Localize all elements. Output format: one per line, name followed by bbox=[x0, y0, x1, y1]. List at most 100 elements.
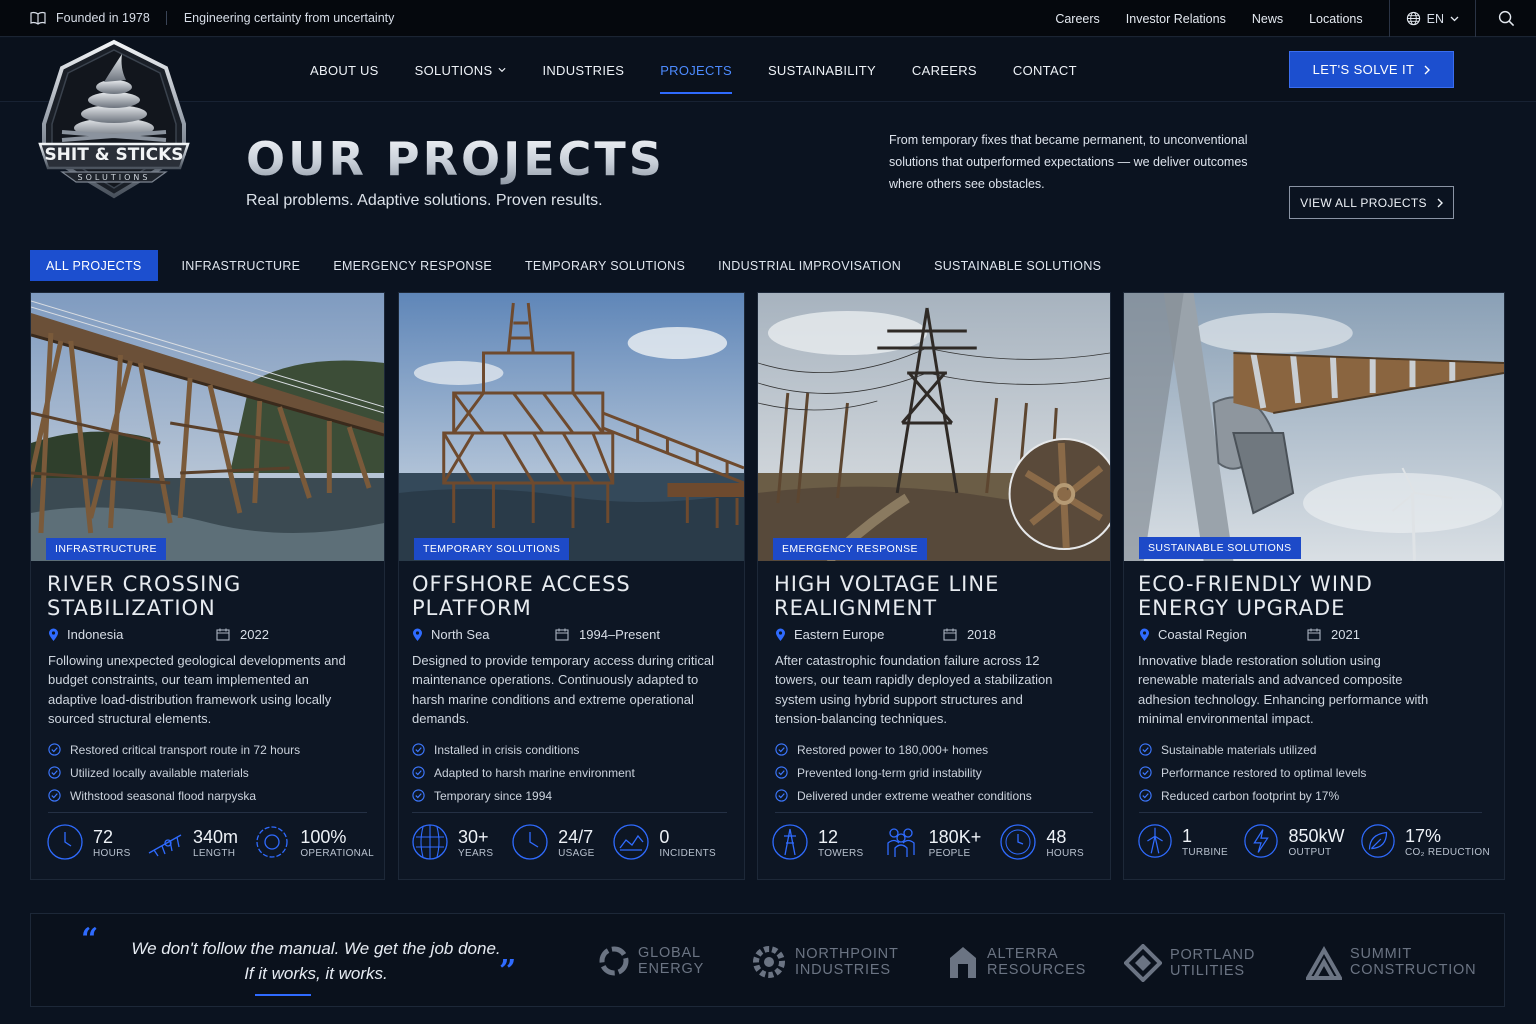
project-image-wind-turbine bbox=[1124, 293, 1504, 561]
stat-output: 850kW OUTPUT bbox=[1243, 823, 1345, 859]
quote-and-partners: “ We don't follow the manual. We get the… bbox=[30, 913, 1505, 1007]
partner-logo-global-energy: GLOBAL ENERGY bbox=[598, 944, 704, 978]
stat-incidents: 0 INCIDENTS bbox=[612, 823, 716, 861]
check-circle-icon bbox=[1139, 789, 1152, 802]
company-quote: We don't follow the manual. We get the j… bbox=[106, 936, 526, 986]
stat-value: 340m bbox=[192, 826, 238, 847]
partner-name: UTILITIES bbox=[1170, 963, 1245, 979]
stat-label: OUTPUT bbox=[1288, 846, 1332, 858]
stat-value: 850kW bbox=[1288, 825, 1345, 846]
clock-icon bbox=[512, 824, 548, 860]
tab-industrial-improvisation[interactable]: INDUSTRIAL IMPROVISATION bbox=[702, 250, 917, 281]
chevron-down-icon bbox=[498, 67, 506, 73]
stat-label: USAGE bbox=[558, 847, 595, 859]
chart-icon bbox=[613, 824, 650, 860]
check-circle-icon bbox=[775, 743, 788, 756]
partner-name: ALTERRA bbox=[987, 946, 1059, 962]
top-bar: Founded in 1978 Engineering certainty fr… bbox=[0, 0, 1536, 37]
result-text: Adapted to harsh marine environment bbox=[434, 765, 635, 780]
project-image-bridge bbox=[31, 293, 384, 561]
partner-logo-northpoint: NORTHPOINT INDUSTRIES bbox=[751, 944, 899, 980]
result-text: Delivered under extreme weather conditio… bbox=[797, 788, 1032, 803]
check-circle-icon bbox=[412, 743, 425, 756]
project-title-line: ECO-FRIENDLY WIND bbox=[1138, 572, 1373, 596]
project-title-line: OFFSHORE ACCESS bbox=[412, 572, 631, 596]
stat-turbine: 1 TURBINE bbox=[1137, 823, 1228, 859]
project-filter-tabs: ALL PROJECTS INFRASTRUCTURE EMERGENCY RE… bbox=[30, 250, 1118, 281]
arch-logo-icon bbox=[950, 947, 976, 978]
nav-solutions[interactable]: SOLUTIONS bbox=[415, 38, 507, 102]
project-card-river-crossing[interactable]: INFRASTRUCTURE RIVER CROSSING STABILIZATI… bbox=[30, 292, 385, 880]
founded-text: Founded in 1978 bbox=[56, 11, 150, 25]
project-description: Designed to provide temporary access dur… bbox=[412, 653, 715, 726]
result-text: Temporary since 1994 bbox=[434, 788, 553, 803]
stat-value: 12 bbox=[818, 826, 839, 847]
stat-label: PEOPLE bbox=[928, 847, 971, 859]
check-circle-icon bbox=[412, 789, 425, 802]
project-year: 2021 bbox=[1331, 627, 1360, 642]
check-circle-icon bbox=[48, 766, 61, 779]
top-link-careers[interactable]: Careers bbox=[1055, 12, 1099, 26]
view-all-label: VIEW ALL PROJECTS bbox=[1300, 195, 1427, 210]
nav-label: SOLUTIONS bbox=[414, 62, 493, 78]
location-pin-icon bbox=[49, 628, 58, 641]
top-link-news[interactable]: News bbox=[1252, 12, 1283, 26]
location-pin-icon bbox=[413, 628, 422, 641]
nav-projects[interactable]: PROJECTS bbox=[660, 38, 732, 102]
stat-value: 48 bbox=[1046, 826, 1067, 847]
project-card-high-voltage[interactable]: EMERGENCY RESPONSE HIGH VOLTAGE LINE REAL… bbox=[757, 292, 1111, 880]
result-item: Installed in crisis conditions bbox=[412, 738, 635, 761]
clock-icon bbox=[1000, 824, 1037, 860]
top-link-investor-relations[interactable]: Investor Relations bbox=[1126, 12, 1226, 26]
search-button[interactable] bbox=[1476, 0, 1536, 37]
tab-all-projects[interactable]: ALL PROJECTS bbox=[30, 250, 158, 281]
check-circle-icon bbox=[1139, 743, 1152, 756]
stat-people: 180K+ PEOPLE bbox=[882, 823, 982, 861]
lets-solve-it-button[interactable]: LET'S SOLVE IT bbox=[1289, 51, 1454, 88]
main-nav: ABOUT US SOLUTIONS INDUSTRIES PROJECTS S… bbox=[0, 38, 1536, 102]
result-text: Prevented long-term grid instability bbox=[797, 765, 982, 780]
nav-contact[interactable]: CONTACT bbox=[1013, 38, 1077, 102]
company-logo[interactable]: SHIT & STICKS SOLUTIONS bbox=[34, 36, 194, 201]
location-pin-icon bbox=[1140, 628, 1149, 641]
gear-logo-icon bbox=[753, 946, 785, 978]
language-selector[interactable]: EN bbox=[1388, 0, 1476, 37]
result-item: Prevented long-term grid instability bbox=[775, 761, 1032, 784]
nav-industries[interactable]: INDUSTRIES bbox=[542, 38, 624, 102]
page-subtitle: Real problems. Adaptive solutions. Prove… bbox=[246, 192, 603, 209]
stat-label: CO₂ REDUCTION bbox=[1404, 846, 1490, 858]
tab-infrastructure[interactable]: INFRASTRUCTURE bbox=[166, 250, 317, 281]
stat-value: 180K+ bbox=[928, 826, 982, 847]
project-title-line: PLATFORM bbox=[412, 596, 532, 620]
partner-name: SUMMIT bbox=[1350, 946, 1412, 962]
check-circle-icon bbox=[775, 766, 788, 779]
nav-sustainability[interactable]: SUSTAINABILITY bbox=[768, 38, 876, 102]
stat-label: HOURS bbox=[93, 847, 131, 859]
project-card-offshore-platform[interactable]: TEMPORARY SOLUTIONS OFFSHORE ACCESS PLATF… bbox=[398, 292, 745, 880]
people-icon bbox=[887, 828, 915, 857]
nav-about-us[interactable]: ABOUT US bbox=[310, 38, 379, 102]
project-year: 2022 bbox=[240, 627, 269, 642]
result-item: Sustainable materials utilized bbox=[1139, 738, 1366, 761]
stat-operational: 100% OPERATIONAL bbox=[253, 823, 374, 861]
top-link-locations[interactable]: Locations bbox=[1309, 12, 1363, 26]
tab-emergency-response[interactable]: EMERGENCY RESPONSE bbox=[317, 250, 508, 281]
view-all-projects-button[interactable]: VIEW ALL PROJECTS bbox=[1289, 186, 1454, 219]
partner-name: GLOBAL bbox=[638, 945, 701, 961]
chevron-right-icon bbox=[1437, 198, 1443, 207]
founded-info: Founded in 1978 bbox=[30, 11, 167, 25]
project-description: After catastrophic foundation failure ac… bbox=[775, 653, 1053, 726]
nav-careers[interactable]: CAREERS bbox=[912, 38, 977, 102]
check-circle-icon bbox=[412, 766, 425, 779]
partner-name: PORTLAND bbox=[1170, 947, 1256, 963]
divider bbox=[775, 812, 1093, 813]
logo-wordmark: SHIT & STICKS bbox=[44, 145, 183, 165]
project-card-wind-energy[interactable]: SUSTAINABLE SOLUTIONS ECO-FRIENDLY WIND E… bbox=[1123, 292, 1505, 880]
project-title-line: ENERGY UPGRADE bbox=[1138, 596, 1346, 620]
tab-temporary-solutions[interactable]: TEMPORARY SOLUTIONS bbox=[509, 250, 701, 281]
book-icon bbox=[30, 11, 46, 25]
tab-sustainable-solutions[interactable]: SUSTAINABLE SOLUTIONS bbox=[918, 250, 1117, 281]
logo-subtitle: SOLUTIONS bbox=[78, 173, 151, 182]
globe-icon bbox=[412, 824, 448, 860]
result-text: Withstood seasonal flood narpyska bbox=[70, 788, 257, 803]
